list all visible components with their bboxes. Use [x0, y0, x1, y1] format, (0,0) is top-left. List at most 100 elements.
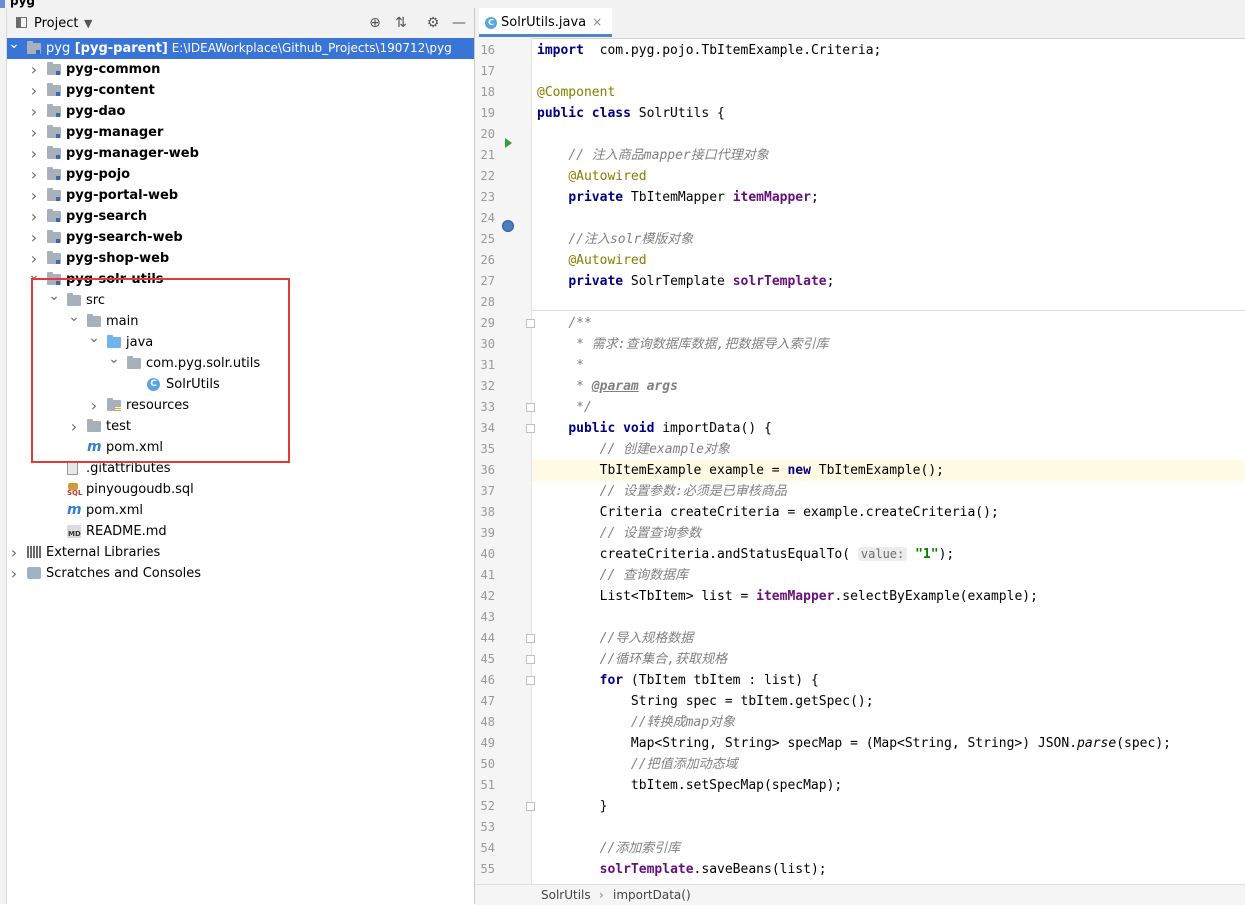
- tab-solrutils-java[interactable]: C SolrUtils.java ×: [479, 8, 613, 37]
- code-line[interactable]: * @param args: [537, 376, 1245, 397]
- chevron-right-icon[interactable]: ›: [27, 143, 41, 164]
- code-line[interactable]: private SolrTemplate solrTemplate;: [537, 271, 1245, 292]
- close-icon[interactable]: ×: [592, 15, 602, 29]
- code-line[interactable]: for (TbItem tbItem : list) {: [537, 670, 1245, 691]
- code-line[interactable]: Map<String, String> specMap = (Map<Strin…: [537, 733, 1245, 754]
- collapse-all-icon[interactable]: ⇅: [392, 14, 410, 32]
- code-line[interactable]: *: [537, 355, 1245, 376]
- tree-item[interactable]: .gitattributes: [7, 458, 474, 479]
- chevron-right-icon[interactable]: ›: [27, 206, 41, 227]
- hide-panel-icon[interactable]: —: [450, 14, 468, 32]
- code-line[interactable]: [537, 817, 1245, 838]
- maven-icon: m: [87, 439, 102, 455]
- chevron-down-icon[interactable]: ⌄: [7, 34, 21, 55]
- code-line[interactable]: @Autowired: [537, 166, 1245, 187]
- chevron-right-icon[interactable]: ›: [27, 101, 41, 122]
- tree-item[interactable]: m pom.xml: [7, 500, 474, 521]
- code-line[interactable]: tbItem.setSpecMap(specMap);: [537, 775, 1245, 796]
- run-icon[interactable]: [505, 138, 512, 148]
- code-line[interactable]: //转换成map对象: [537, 712, 1245, 733]
- code-line[interactable]: Criteria createCriteria = example.create…: [537, 502, 1245, 523]
- editor-gutter[interactable]: 16 17 18 19 20 21 22 23 24 25 26 27 28 29 30 31 32 33 34 35…: [475, 38, 535, 884]
- tree-item[interactable]: C SolrUtils: [7, 374, 474, 395]
- autowired-bean-icon[interactable]: [502, 220, 514, 232]
- code-line[interactable]: /**: [537, 313, 1245, 334]
- code-line[interactable]: [537, 607, 1245, 628]
- tree-item[interactable]: › pyg-manager: [7, 122, 474, 143]
- code-line[interactable]: [537, 61, 1245, 82]
- chevron-right-icon[interactable]: ›: [87, 395, 101, 416]
- tree-item[interactable]: ⌄ java: [7, 330, 474, 353]
- left-tool-window-strip[interactable]: [0, 8, 7, 904]
- code-line[interactable]: //添加索引库: [537, 838, 1245, 859]
- code-line[interactable]: String spec = tbItem.getSpec();: [537, 691, 1245, 712]
- tree-item[interactable]: › resources: [7, 395, 474, 416]
- code-line[interactable]: TbItemExample example = new TbItemExampl…: [532, 460, 1245, 481]
- tree-item[interactable]: m pom.xml: [7, 437, 474, 458]
- code-line[interactable]: //把值添加动态域: [537, 754, 1245, 775]
- chevron-right-icon[interactable]: ›: [67, 416, 81, 437]
- chevron-right-icon[interactable]: ›: [27, 122, 41, 143]
- chevron-right-icon[interactable]: ›: [27, 164, 41, 185]
- code-line[interactable]: //导入规格数据: [537, 628, 1245, 649]
- code-line[interactable]: */: [537, 397, 1245, 418]
- chevron-right-icon[interactable]: ›: [27, 227, 41, 248]
- chevron-down-icon[interactable]: ⌄: [107, 349, 121, 370]
- code-line[interactable]: public class SolrUtils {: [537, 103, 1245, 124]
- tree-item[interactable]: › External Libraries: [7, 542, 474, 563]
- project-view-selector[interactable]: Project: [34, 16, 78, 31]
- code-line[interactable]: public void importData() {: [537, 418, 1245, 439]
- tree-item[interactable]: › pyg-pojo: [7, 164, 474, 185]
- tree-item[interactable]: › pyg-search: [7, 206, 474, 227]
- code-line[interactable]: @Component: [537, 82, 1245, 103]
- code-line[interactable]: createCriteria.andStatusEqualTo( value: …: [537, 544, 1245, 565]
- chevron-right-icon[interactable]: ›: [27, 80, 41, 101]
- code-line[interactable]: //循环集合,获取规格: [537, 649, 1245, 670]
- chevron-right-icon[interactable]: ›: [7, 542, 21, 563]
- chevron-down-icon[interactable]: ⌄: [47, 286, 61, 307]
- chevron-down-icon[interactable]: ⌄: [27, 265, 41, 286]
- code-line[interactable]: // 设置查询参数: [537, 523, 1245, 544]
- tree-item[interactable]: › pyg-common: [7, 59, 474, 80]
- tree-item[interactable]: › pyg-shop-web: [7, 248, 474, 269]
- code-line[interactable]: [537, 208, 1245, 229]
- code-line[interactable]: // 查询数据库: [537, 565, 1245, 586]
- code-line[interactable]: private TbItemMapper itemMapper;: [537, 187, 1245, 208]
- tree-item[interactable]: › pyg-dao: [7, 101, 474, 122]
- chevron-down-icon[interactable]: ⌄: [67, 307, 81, 328]
- code-line[interactable]: //注入solr模版对象: [537, 229, 1245, 250]
- chevron-right-icon[interactable]: ›: [27, 59, 41, 80]
- code-area[interactable]: import com.pyg.pojo.TbItemExample.Criter…: [532, 38, 1245, 884]
- tree-item[interactable]: SQL pinyougoudb.sql: [7, 479, 474, 500]
- chevron-down-icon[interactable]: ▼: [84, 17, 92, 30]
- tree-item[interactable]: › pyg-portal-web: [7, 185, 474, 206]
- tree-item[interactable]: ⌄ pyg-solr-utils: [7, 267, 474, 290]
- breadcrumb-class[interactable]: SolrUtils: [541, 885, 591, 905]
- code-line[interactable]: [537, 292, 1245, 313]
- code-line[interactable]: List<TbItem> list = itemMapper.selectByE…: [537, 586, 1245, 607]
- tree-item[interactable]: › pyg-search-web: [7, 227, 474, 248]
- gear-icon[interactable]: ⚙: [424, 14, 442, 32]
- code-line[interactable]: import com.pyg.pojo.TbItemExample.Criter…: [537, 40, 1245, 61]
- code-line[interactable]: // 注入商品mapper接口代理对象: [537, 145, 1245, 166]
- chevron-right-icon[interactable]: ›: [7, 563, 21, 584]
- tree-item[interactable]: ⌄ main: [7, 309, 474, 332]
- code-line[interactable]: // 设置参数:必须是已审核商品: [537, 481, 1245, 502]
- tree-item[interactable]: › test: [7, 416, 474, 437]
- code-line[interactable]: [537, 124, 1245, 145]
- tree-item[interactable]: MD README.md: [7, 521, 474, 542]
- code-line[interactable]: solrTemplate.saveBeans(list);: [537, 859, 1245, 880]
- tree-item[interactable]: ⌄ pyg [pyg-parent] E:\IDEAWorkplace\Githu…: [7, 36, 474, 59]
- tree-item[interactable]: › pyg-content: [7, 80, 474, 101]
- tree-item[interactable]: › pyg-manager-web: [7, 143, 474, 164]
- locate-icon[interactable]: ⊕: [366, 14, 384, 32]
- code-line[interactable]: * 需求:查询数据库数据,把数据导入索引库: [537, 334, 1245, 355]
- breadcrumb-method[interactable]: importData(): [613, 885, 691, 905]
- chevron-down-icon[interactable]: ⌄: [87, 328, 101, 349]
- code-line[interactable]: }: [537, 796, 1245, 817]
- chevron-right-icon[interactable]: ›: [27, 185, 41, 206]
- code-line[interactable]: // 创建example对象: [537, 439, 1245, 460]
- tree-item[interactable]: ⌄ com.pyg.solr.utils: [7, 351, 474, 374]
- tree-item[interactable]: › Scratches and Consoles: [7, 563, 474, 584]
- code-line[interactable]: @Autowired: [537, 250, 1245, 271]
